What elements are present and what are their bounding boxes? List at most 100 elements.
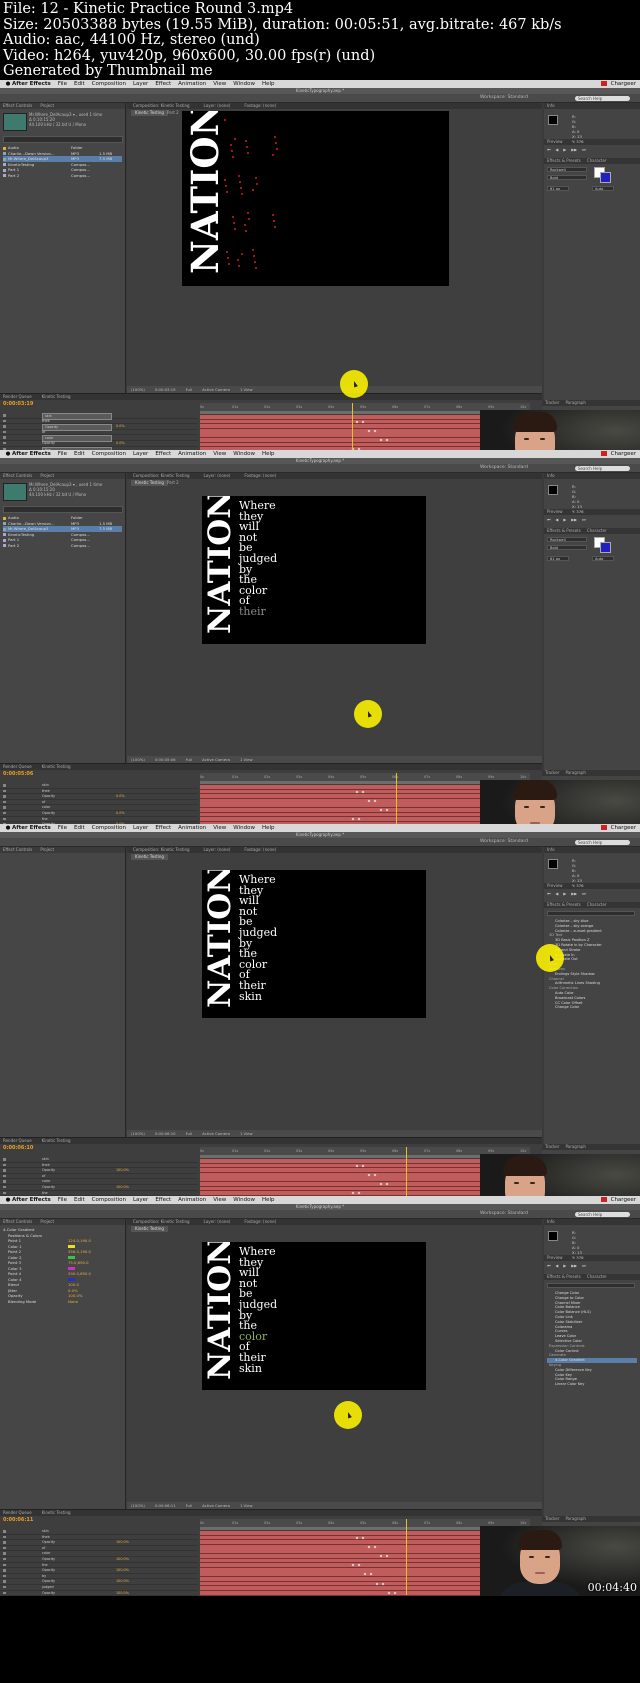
anchor-point-marker[interactable] (232, 216, 234, 218)
preview-button[interactable]: ⏭ (582, 891, 585, 896)
layer-name[interactable]: their (42, 1163, 50, 1168)
layer-name[interactable]: color (42, 1551, 50, 1556)
layer-name[interactable]: Opacity (42, 1591, 55, 1596)
keyframe[interactable] (355, 1536, 359, 1540)
visibility-eye-icon[interactable] (3, 789, 6, 793)
keyframe[interactable] (367, 1173, 371, 1177)
visibility-eye-icon[interactable] (3, 817, 6, 821)
menu-item[interactable]: Layer (133, 1196, 148, 1204)
visibility-eye-icon[interactable] (3, 425, 6, 428)
menu-item[interactable]: Help (262, 80, 275, 88)
visibility-eye-icon[interactable] (3, 1546, 6, 1550)
preview-button[interactable]: ▶▶ (571, 1263, 577, 1268)
anchor-point-marker[interactable] (239, 181, 241, 183)
menu-item[interactable]: View (213, 80, 226, 88)
menu-item[interactable]: Help (262, 450, 275, 458)
tab-tracker[interactable]: Tracker (545, 400, 559, 405)
tab-preview[interactable]: Preview (547, 1255, 563, 1260)
tab-kinetic-testing[interactable]: Kinetic Testing (42, 1138, 71, 1143)
apple-icon[interactable]: ● (4, 824, 12, 832)
opacity-value[interactable]: 100.0% (116, 1557, 129, 1562)
views-select[interactable]: 1 View (240, 387, 253, 392)
keyframe[interactable] (393, 1591, 397, 1595)
anchor-point-marker[interactable] (253, 255, 255, 257)
tab-project[interactable]: Project (40, 847, 54, 852)
visibility-eye-icon[interactable] (3, 1574, 6, 1578)
effect-property[interactable]: Blending Mode None (0, 1299, 125, 1305)
keyframe[interactable] (379, 808, 383, 812)
tab-render-queue[interactable]: Render Queue (3, 764, 32, 769)
anchor-point-marker[interactable] (224, 179, 226, 181)
workspace-select[interactable]: Workspace: Standard (480, 838, 528, 846)
keyframe[interactable] (373, 799, 377, 803)
effects-item[interactable]: Linear Color Key (547, 1382, 637, 1387)
comp-tab-part-2[interactable]: Part 2 (163, 480, 183, 486)
preview-button[interactable]: ⏮ (547, 517, 550, 522)
keyframe[interactable] (381, 1582, 385, 1586)
viewer-tab[interactable]: Footage: (none) (244, 1219, 276, 1224)
anchor-point-marker[interactable] (276, 148, 278, 150)
layer-name[interactable]: the (42, 1191, 48, 1196)
anchor-point-marker[interactable] (226, 191, 228, 193)
preview-button[interactable]: ◀ (555, 147, 558, 152)
visibility-eye-icon[interactable] (3, 1569, 6, 1572)
menu-item[interactable]: Window (233, 1196, 255, 1204)
comp-tab-kinetic-testing[interactable]: Kinetic Testing (131, 854, 168, 860)
keyframe[interactable] (355, 790, 359, 794)
tab-paragraph[interactable]: Paragraph (565, 1516, 586, 1521)
anchor-point-marker[interactable] (241, 193, 243, 195)
menu-item[interactable]: Window (233, 824, 255, 832)
menu-item[interactable]: Effect (155, 450, 171, 458)
anchor-point-marker[interactable] (228, 263, 230, 265)
viewer-tab[interactable]: Layer: (none) (204, 1219, 231, 1224)
menu-item[interactable]: View (213, 824, 226, 832)
preview-button[interactable]: ▶ (563, 517, 566, 522)
workspace-select[interactable]: Workspace: Standard (480, 1210, 528, 1218)
effects-search-input[interactable] (547, 1283, 635, 1288)
tab-tracker[interactable]: Tracker (545, 1144, 559, 1149)
menu-item[interactable]: Edit (74, 824, 85, 832)
camera-select[interactable]: Active Camera (202, 387, 230, 392)
menu-item[interactable]: Layer (133, 824, 148, 832)
anchor-point-marker[interactable] (273, 220, 275, 222)
tab-info[interactable]: Info (547, 473, 555, 478)
menu-item[interactable]: View (213, 450, 226, 458)
menu-item[interactable]: Help (262, 824, 275, 832)
visibility-eye-icon[interactable] (3, 1580, 6, 1583)
anchor-point-marker[interactable] (246, 146, 248, 148)
opacity-value[interactable]: 100.0% (116, 1185, 129, 1190)
preview-button[interactable]: ⏮ (547, 1263, 550, 1268)
comp-tab-part-2[interactable]: Part 2 (163, 110, 183, 116)
zoom-select[interactable]: (100%) (131, 1131, 145, 1136)
preview-button[interactable]: ⏮ (547, 147, 550, 152)
visibility-eye-icon[interactable] (3, 1530, 6, 1533)
camera-select[interactable]: Active Camera (202, 1131, 230, 1136)
search-help-input[interactable]: Search Help (575, 839, 630, 845)
preview-button[interactable]: ▶▶ (571, 517, 577, 522)
apple-icon[interactable]: ● (4, 80, 12, 88)
keyframe[interactable] (367, 799, 371, 803)
visibility-eye-icon[interactable] (3, 795, 6, 798)
keyframe[interactable] (379, 438, 383, 442)
stroke-color-swatch[interactable] (600, 172, 611, 183)
menu-item[interactable]: View (213, 1196, 226, 1204)
viewer-tab[interactable]: Footage: (none) (244, 473, 276, 478)
layer-name[interactable]: their (42, 1535, 50, 1540)
anchor-point-marker[interactable] (247, 152, 249, 154)
keyframe[interactable] (373, 1173, 377, 1177)
anchor-point-marker[interactable] (241, 253, 243, 255)
anchor-point-marker[interactable] (225, 185, 227, 187)
preview-button[interactable]: ⏭ (582, 147, 585, 152)
tab-character[interactable]: Character (587, 1274, 607, 1279)
opacity-value[interactable]: 0.0% (116, 794, 125, 799)
menu-item[interactable]: Effect (155, 1196, 171, 1204)
keyframe[interactable] (355, 420, 359, 424)
anchor-point-marker[interactable] (238, 175, 240, 177)
layer-name[interactable]: Opacity (42, 794, 55, 799)
project-search-input[interactable] (3, 136, 123, 143)
app-menu[interactable]: After Effects (12, 80, 51, 88)
tab-info[interactable]: Info (547, 847, 555, 852)
visibility-eye-icon[interactable] (3, 1191, 6, 1195)
opacity-value[interactable]: 0.0% (116, 424, 125, 429)
user-name[interactable]: Chargeer (611, 1197, 636, 1203)
